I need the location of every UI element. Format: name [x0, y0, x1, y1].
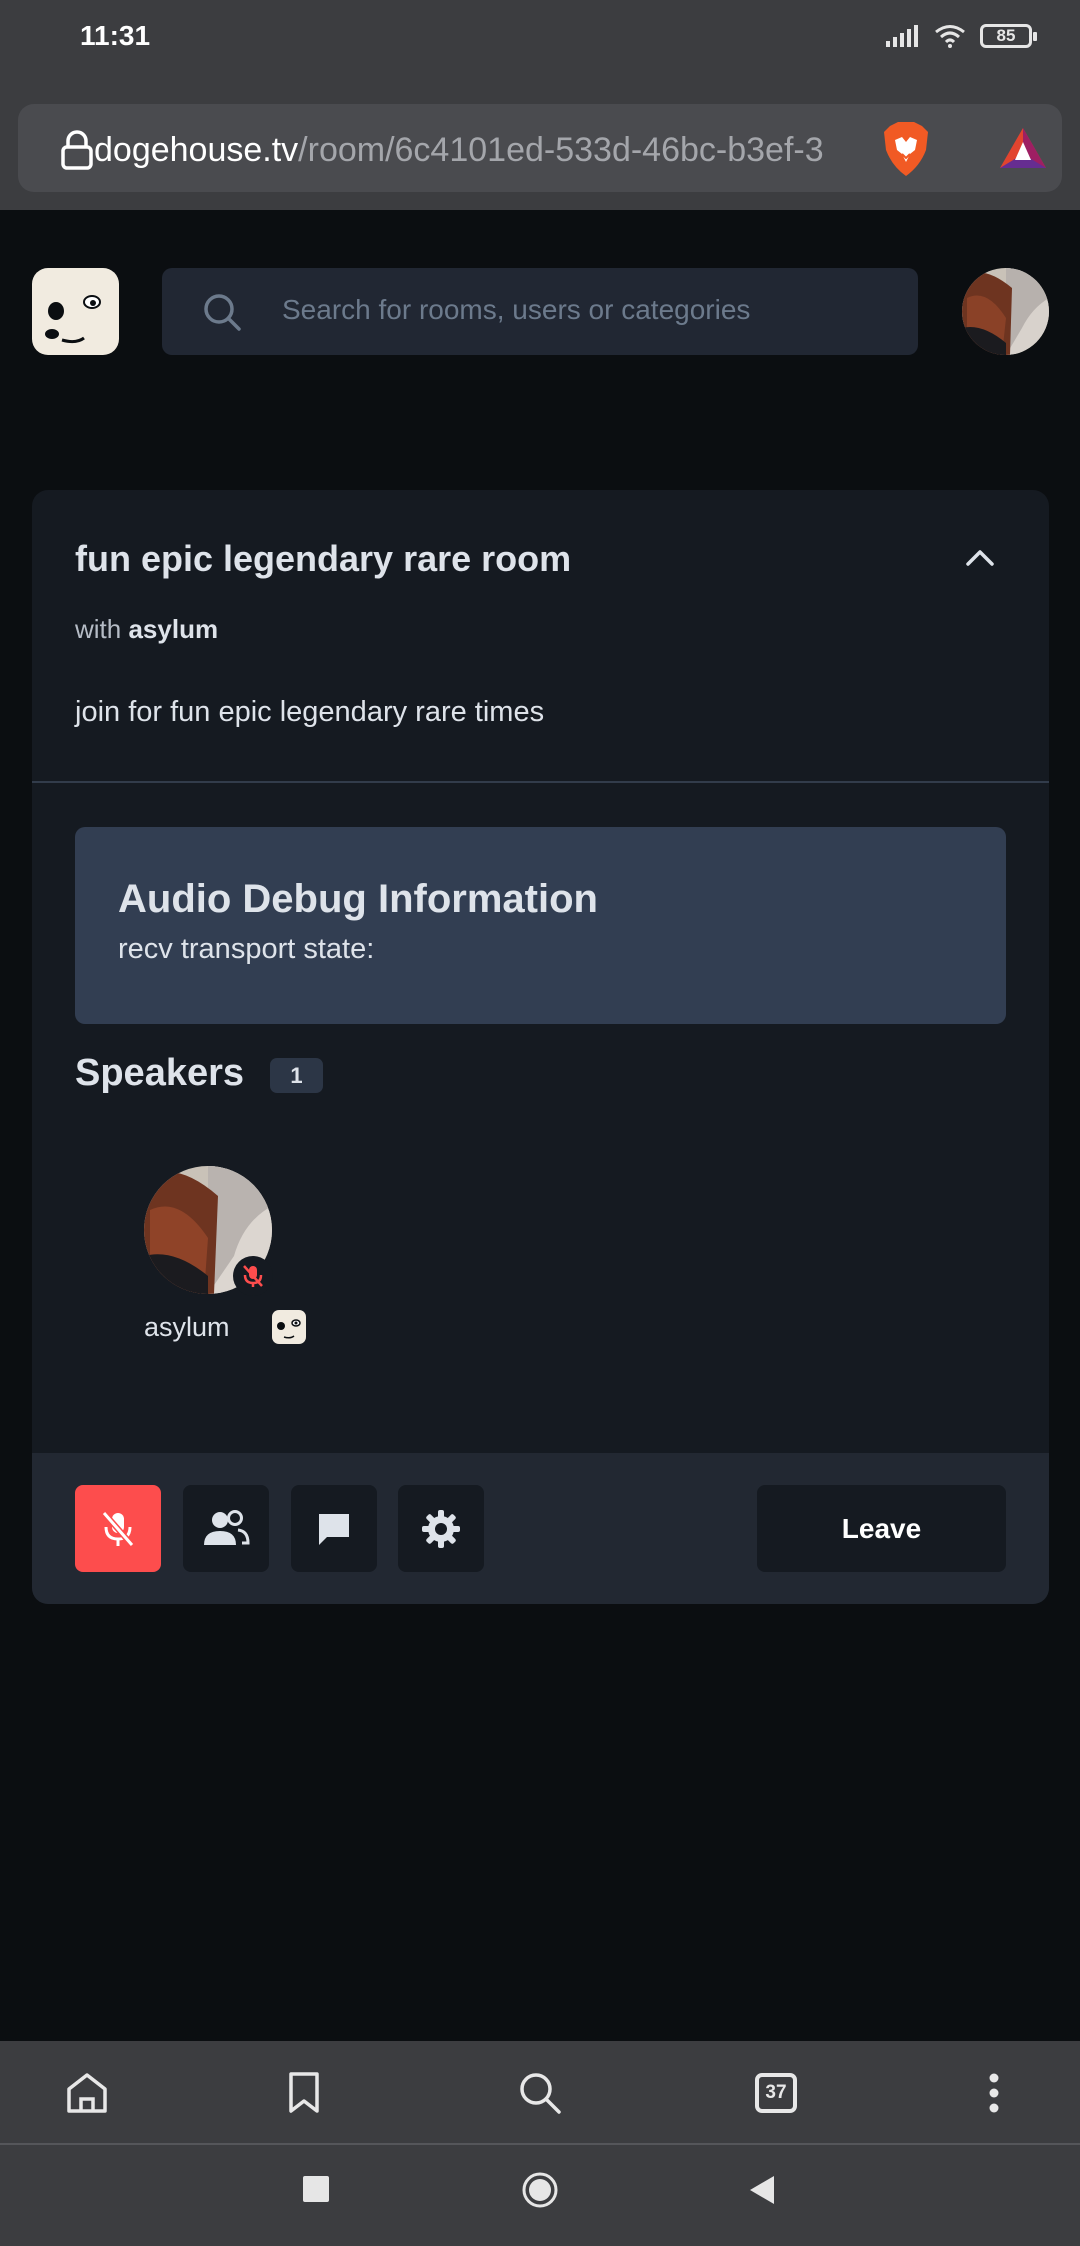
- user-avatar[interactable]: [962, 268, 1049, 355]
- room-controls: Leave: [32, 1453, 1049, 1604]
- search-icon: [520, 2073, 561, 2114]
- room-panel: fun epic legendary rare room with asylum…: [32, 490, 1049, 1604]
- mute-toggle-button[interactable]: [75, 1485, 161, 1572]
- home-icon: [67, 2073, 107, 2113]
- home-circle-icon[interactable]: [521, 2171, 559, 2209]
- chat-icon: [319, 1513, 349, 1545]
- speakers-count-badge: 1: [270, 1058, 323, 1093]
- room-description: join for fun epic legendary rare times: [75, 696, 545, 728]
- tabs-count: 37: [755, 2073, 797, 2113]
- gear-icon: [422, 1509, 460, 1548]
- url-text[interactable]: dogehouse.tv/room/6c4101ed-533d-46bc-b3e…: [94, 130, 874, 170]
- status-bar: 11:31 85: [0, 0, 1080, 72]
- microphone-off-icon: [101, 1510, 135, 1547]
- status-icons: 85: [886, 20, 1037, 52]
- search-icon: [204, 294, 241, 331]
- recv-transport-state: recv transport state:: [118, 933, 375, 965]
- audio-debug-title: Audio Debug Information: [118, 877, 598, 921]
- room-with-prefix: with: [75, 614, 129, 644]
- recents-icon[interactable]: [302, 2175, 330, 2203]
- leave-room-button[interactable]: Leave: [757, 1485, 1006, 1572]
- chevron-up-icon[interactable]: [962, 540, 998, 576]
- bat-rewards-icon[interactable]: [998, 126, 1048, 170]
- browser-toolbar: dogehouse.tv/room/6c4101ed-533d-46bc-b3e…: [0, 72, 1080, 210]
- lock-icon: [61, 130, 93, 170]
- tabs-button[interactable]: 37: [750, 2067, 802, 2119]
- address-bar[interactable]: dogehouse.tv/room/6c4101ed-533d-46bc-b3e…: [18, 104, 1062, 192]
- android-nav-bar: [0, 2145, 1080, 2246]
- search-placeholder: Search for rooms, users or categories: [282, 294, 751, 325]
- browser-search-button[interactable]: [514, 2067, 566, 2119]
- browser-bottom-bar: 37: [0, 2041, 1080, 2145]
- audio-debug-panel: Audio Debug Information recv transport s…: [75, 827, 1006, 1024]
- room-host-name[interactable]: asylum: [128, 614, 218, 644]
- back-icon[interactable]: [748, 2175, 776, 2205]
- room-host-line: with asylum: [75, 614, 218, 645]
- browser-menu-button[interactable]: [968, 2067, 1020, 2119]
- signal-icon: [886, 25, 918, 47]
- avatar-image: [962, 268, 1049, 355]
- wifi-icon: [935, 25, 965, 48]
- speaker-name: asylum: [144, 1312, 230, 1342]
- battery-icon: 85: [980, 24, 1037, 48]
- divider: [32, 781, 1049, 783]
- users-icon: [204, 1509, 250, 1545]
- room-title: fun epic legendary rare room: [75, 538, 572, 579]
- dogehouse-logo[interactable]: [32, 268, 119, 355]
- bookmark-icon: [289, 2072, 319, 2113]
- chat-button[interactable]: [291, 1485, 377, 1572]
- bookmarks-button[interactable]: [278, 2067, 330, 2119]
- invite-users-button[interactable]: [183, 1485, 269, 1572]
- home-button[interactable]: [61, 2067, 113, 2119]
- status-time: 11:31: [80, 20, 151, 51]
- search-input[interactable]: Search for rooms, users or categories: [162, 268, 918, 355]
- speaker-muted-icon: [233, 1256, 273, 1296]
- more-vertical-icon: [989, 2073, 999, 2113]
- brave-shields-icon[interactable]: [880, 120, 932, 178]
- doge-face-icon: [45, 295, 101, 344]
- speakers-heading: Speakers: [75, 1052, 245, 1094]
- url-host: dogehouse.tv: [94, 131, 299, 169]
- room-settings-button[interactable]: [398, 1485, 484, 1572]
- doge-badge-icon: [272, 1310, 306, 1344]
- url-path: /room/6c4101ed-533d-46bc-b3ef-3: [298, 131, 824, 169]
